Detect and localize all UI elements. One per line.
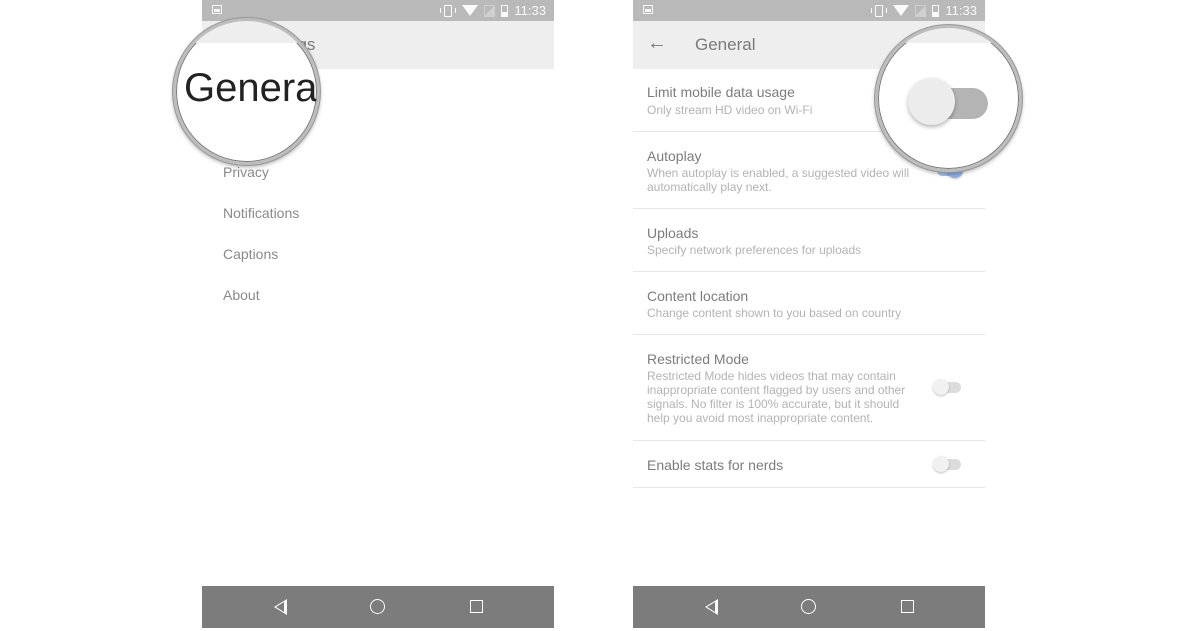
- nav-recents-icon[interactable]: [470, 600, 483, 613]
- nav-recents-icon[interactable]: [901, 600, 914, 613]
- navigation-bar: [633, 586, 985, 628]
- nav-home-icon[interactable]: [801, 599, 816, 614]
- menu-item-notifications[interactable]: Notifications: [223, 205, 299, 221]
- setting-description: Specify network preferences for uploads: [647, 243, 862, 257]
- setting-title: Limit mobile data usage: [647, 84, 795, 100]
- status-bar: 11:33: [633, 0, 985, 21]
- setting-description: When autoplay is enabled, a suggested vi…: [647, 166, 910, 194]
- magnified-toolbar: [878, 28, 1019, 43]
- setting-title: Autoplay: [647, 148, 702, 164]
- stats-for-nerds-toggle[interactable]: [933, 456, 963, 472]
- menu-item-about[interactable]: About: [223, 287, 260, 303]
- vibrate-icon: [440, 4, 457, 17]
- nav-back-icon[interactable]: [705, 599, 718, 615]
- toggle-thumb: [908, 78, 955, 125]
- setting-description: Restricted Mode hides videos that may co…: [647, 369, 906, 425]
- wifi-icon: [462, 5, 479, 16]
- back-arrow-icon[interactable]: ←: [647, 33, 667, 53]
- navigation-bar: [202, 586, 554, 628]
- setting-uploads[interactable]: Uploads Specify network preferences for …: [633, 209, 985, 272]
- magnified-toolbar: [176, 21, 317, 43]
- status-time: 11:33: [514, 3, 546, 18]
- restricted-mode-toggle[interactable]: [933, 379, 963, 395]
- setting-restricted-mode[interactable]: Restricted Mode Restricted Mode hides vi…: [633, 335, 985, 441]
- magnifier-callout-general: General: [173, 18, 320, 165]
- nav-home-icon[interactable]: [370, 599, 385, 614]
- vibrate-icon: [871, 4, 888, 17]
- magnifier-callout-toggle: [875, 25, 1022, 172]
- magnified-general-label[interactable]: General: [184, 66, 317, 111]
- setting-title: Enable stats for nerds: [647, 457, 784, 473]
- no-signal-icon: [915, 4, 927, 17]
- battery-charging-icon: [501, 4, 509, 17]
- nav-back-icon[interactable]: [274, 599, 287, 615]
- status-time: 11:33: [945, 3, 977, 18]
- battery-charging-icon: [932, 4, 940, 17]
- wifi-icon: [893, 5, 910, 16]
- setting-description: Change content shown to you based on cou…: [647, 306, 902, 320]
- limit-mobile-data-toggle[interactable]: [908, 78, 990, 128]
- image-icon: [643, 5, 653, 14]
- menu-item-privacy[interactable]: Privacy: [223, 164, 269, 180]
- image-icon: [212, 5, 222, 14]
- setting-title: Uploads: [647, 225, 699, 241]
- setting-title: Restricted Mode: [647, 351, 749, 367]
- menu-item-captions[interactable]: Captions: [223, 246, 278, 262]
- toolbar-title: General: [695, 35, 756, 54]
- setting-title: Content location: [647, 288, 749, 304]
- no-signal-icon: [484, 4, 496, 17]
- setting-content-location[interactable]: Content location Change content shown to…: [633, 272, 985, 335]
- setting-stats-for-nerds[interactable]: Enable stats for nerds: [633, 441, 985, 488]
